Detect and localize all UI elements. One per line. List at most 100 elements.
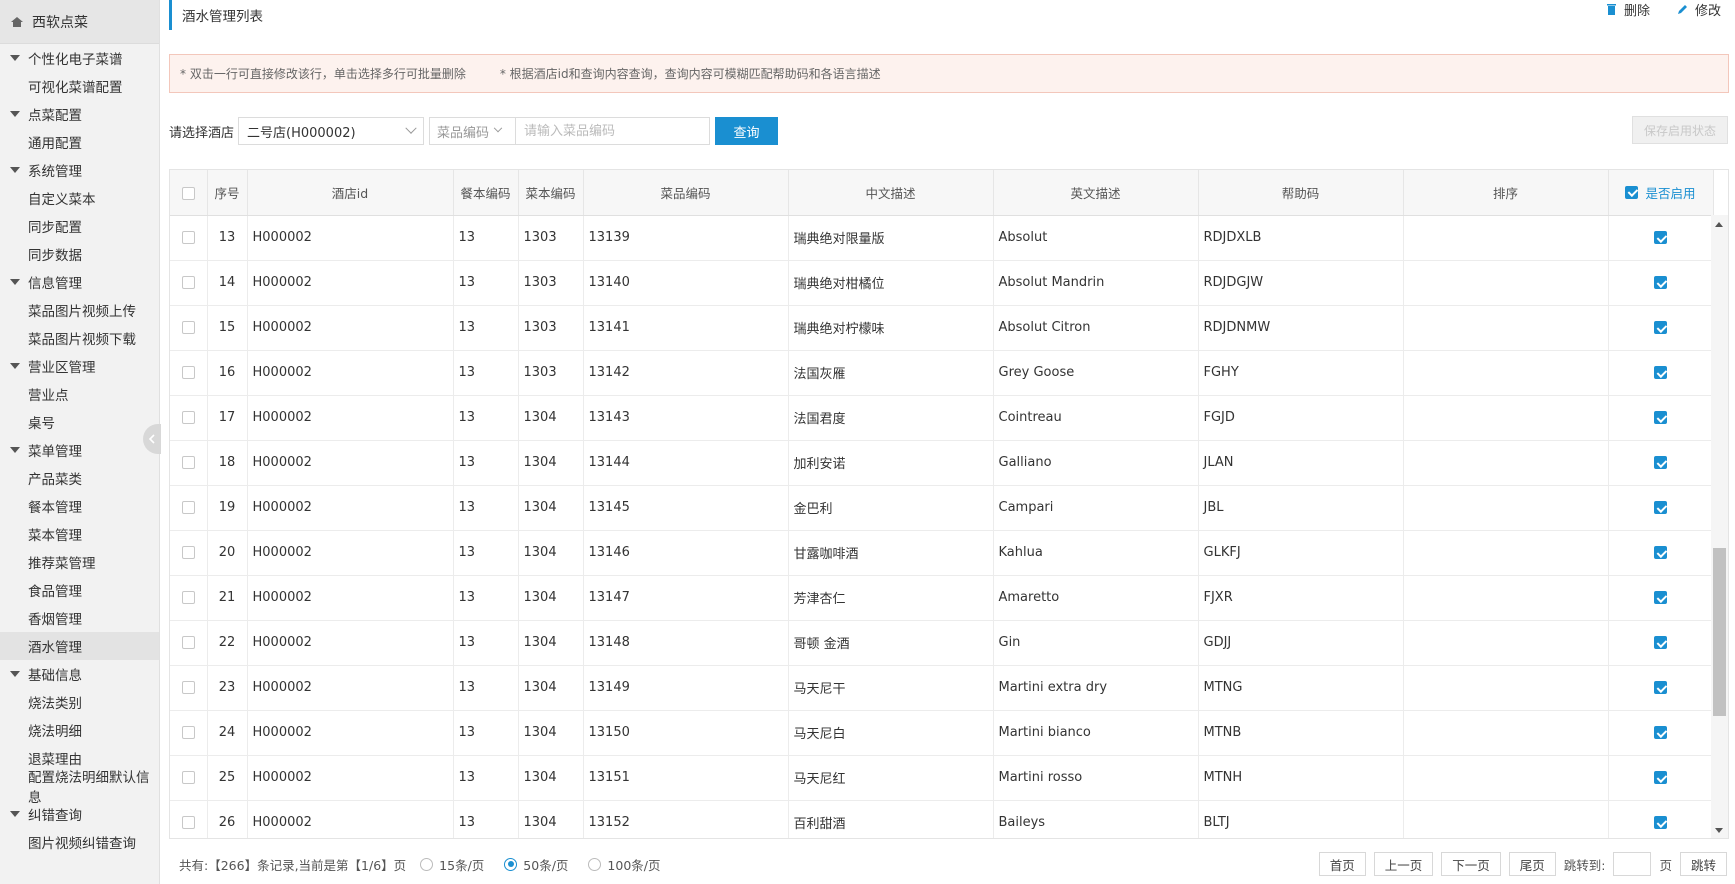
query-button[interactable]: 查询 xyxy=(715,117,779,145)
enable-checkbox[interactable] xyxy=(1608,440,1714,486)
row-select-checkbox[interactable] xyxy=(170,215,208,261)
sidebar-item[interactable]: 通用配置 xyxy=(0,128,159,156)
row-select-checkbox[interactable] xyxy=(170,710,208,756)
enable-all-checkbox[interactable] xyxy=(1625,185,1639,199)
row-select-checkbox[interactable] xyxy=(170,620,208,666)
delete-button[interactable]: 删除 xyxy=(1605,0,1650,19)
page-size-option[interactable]: 15条/页 xyxy=(420,855,484,874)
sidebar-item[interactable]: 营业点 xyxy=(0,380,159,408)
table-row[interactable]: 19 H000002 13 1304 13145 金巴利 Campari JBL xyxy=(170,485,1714,531)
row-select-checkbox[interactable] xyxy=(170,800,208,838)
jump-page-input[interactable] xyxy=(1613,852,1652,876)
enable-checkbox[interactable] xyxy=(1608,395,1714,441)
sidebar-group-title[interactable]: 点菜配置 xyxy=(0,100,159,128)
col-header[interactable]: 菜本编码 xyxy=(518,170,584,216)
table-row[interactable]: 13 H000002 13 1303 13139 瑞典绝对限量版 Absolut RDJDXL… xyxy=(170,215,1714,261)
sidebar-item[interactable]: 桌号 xyxy=(0,408,159,436)
radio-icon[interactable] xyxy=(420,857,434,871)
table-row[interactable]: 26 H000002 13 1304 13152 百利甜酒 Baileys BLTJ xyxy=(170,800,1714,838)
edit-button[interactable]: 修改 xyxy=(1676,0,1721,19)
table-row[interactable]: 23 H000002 13 1304 13149 马天尼干 Martini extra dr… xyxy=(170,665,1714,711)
sidebar-item[interactable]: 菜品图片视频下载 xyxy=(0,324,159,352)
row-select-checkbox[interactable] xyxy=(170,305,208,351)
prev-page-button[interactable]: 上一页 xyxy=(1373,852,1434,876)
sidebar-item[interactable]: 菜本管理 xyxy=(0,520,159,548)
row-select-checkbox[interactable] xyxy=(170,260,208,306)
radio-icon[interactable] xyxy=(504,857,518,871)
hotel-select[interactable]: 二号店(H000002) xyxy=(238,117,425,145)
sidebar-item[interactable]: 烧法类别 xyxy=(0,688,159,716)
table-row[interactable]: 25 H000002 13 1304 13151 马天尼红 Martini rosso MTN… xyxy=(170,755,1714,801)
code-type-select[interactable]: 菜品编码 xyxy=(429,117,516,145)
sidebar-item[interactable]: 同步配置 xyxy=(0,212,159,240)
enable-checkbox[interactable] xyxy=(1608,530,1714,576)
sidebar-item[interactable]: 图片视频纠错查询 xyxy=(0,828,159,856)
col-header[interactable]: 酒店id xyxy=(247,170,454,216)
sidebar-item[interactable]: 同步数据 xyxy=(0,240,159,268)
enable-all-header[interactable]: 是否启用 xyxy=(1608,170,1714,216)
sidebar-group-title[interactable]: 个性化电子菜谱 xyxy=(0,44,159,72)
table-row[interactable]: 16 H000002 13 1303 13142 法国灰雁 Grey Goose FGHY xyxy=(170,350,1714,396)
scroll-up-icon[interactable] xyxy=(1715,222,1723,227)
sidebar-item[interactable]: 推荐菜管理 xyxy=(0,548,159,576)
table-row[interactable]: 22 H000002 13 1304 13148 哥顿 金酒 Gin GDJJ xyxy=(170,620,1714,666)
table-row[interactable]: 24 H000002 13 1304 13150 马天尼白 Martini bianco MT… xyxy=(170,710,1714,756)
col-header[interactable]: 帮助码 xyxy=(1198,170,1404,216)
sidebar-brand[interactable]: 西软点菜 xyxy=(0,0,159,44)
jump-button[interactable]: 跳转 xyxy=(1679,852,1727,876)
table-row[interactable]: 14 H000002 13 1303 13140 瑞典绝对柑橘位 Absolut Mandr… xyxy=(170,260,1714,306)
col-header[interactable]: 餐本编码 xyxy=(453,170,519,216)
row-select-checkbox[interactable] xyxy=(170,485,208,531)
page-size-option[interactable]: 50条/页 xyxy=(504,855,568,874)
sidebar-item[interactable]: 餐本管理 xyxy=(0,492,159,520)
enable-checkbox[interactable] xyxy=(1608,755,1714,801)
sidebar-group-title[interactable]: 营业区管理 xyxy=(0,352,159,380)
sidebar-group-title[interactable]: 系统管理 xyxy=(0,156,159,184)
select-all-checkbox[interactable] xyxy=(170,170,208,216)
enable-checkbox[interactable] xyxy=(1608,305,1714,351)
table-row[interactable]: 15 H000002 13 1303 13141 瑞典绝对柠檬味 Absolut Citro… xyxy=(170,305,1714,351)
sidebar-item[interactable]: 自定义菜本 xyxy=(0,184,159,212)
scrollbar-thumb[interactable] xyxy=(1713,548,1726,716)
table-row[interactable]: 17 H000002 13 1304 13143 法国君度 Cointreau FGJD xyxy=(170,395,1714,441)
sidebar-item[interactable]: 产品菜类 xyxy=(0,464,159,492)
last-page-button[interactable]: 尾页 xyxy=(1508,852,1556,876)
sidebar-item[interactable]: 菜品图片视频上传 xyxy=(0,296,159,324)
next-page-button[interactable]: 下一页 xyxy=(1441,852,1501,876)
sidebar-group-title[interactable]: 信息管理 xyxy=(0,268,159,296)
scroll-down-icon[interactable] xyxy=(1715,828,1723,833)
col-header[interactable]: 菜品编码 xyxy=(583,170,789,216)
enable-checkbox[interactable] xyxy=(1608,800,1714,838)
row-select-checkbox[interactable] xyxy=(170,350,208,396)
enable-checkbox[interactable] xyxy=(1608,575,1714,621)
enable-checkbox[interactable] xyxy=(1608,485,1714,531)
sidebar-group-title[interactable]: 菜单管理 xyxy=(0,436,159,464)
radio-icon[interactable] xyxy=(588,857,602,871)
sidebar-group-title[interactable]: 基础信息 xyxy=(0,660,159,688)
first-page-button[interactable]: 首页 xyxy=(1318,852,1366,876)
enable-checkbox[interactable] xyxy=(1608,350,1714,396)
sidebar-item[interactable]: 可视化菜谱配置 xyxy=(0,72,159,100)
sidebar-item[interactable]: 烧法明细 xyxy=(0,716,159,744)
sidebar-item[interactable]: 食品管理 xyxy=(0,576,159,604)
table-row[interactable]: 18 H000002 13 1304 13144 加利安诺 Galliano JLAN xyxy=(170,440,1714,486)
row-select-checkbox[interactable] xyxy=(170,665,208,711)
col-header[interactable]: 排序 xyxy=(1403,170,1609,216)
sidebar-item[interactable]: 香烟管理 xyxy=(0,604,159,632)
page-size-option[interactable]: 100条/页 xyxy=(588,855,661,874)
row-select-checkbox[interactable] xyxy=(170,440,208,486)
enable-checkbox[interactable] xyxy=(1608,260,1714,306)
row-select-checkbox[interactable] xyxy=(170,530,208,576)
sidebar-item[interactable]: 酒水管理 xyxy=(0,632,159,660)
col-header[interactable]: 中文描述 xyxy=(788,170,994,216)
col-header[interactable]: 序号 xyxy=(207,170,248,216)
table-row[interactable]: 21 H000002 13 1304 13147 芳津杏仁 Amaretto FJXR xyxy=(170,575,1714,621)
vertical-scrollbar[interactable] xyxy=(1711,215,1728,838)
enable-checkbox[interactable] xyxy=(1608,710,1714,756)
row-select-checkbox[interactable] xyxy=(170,755,208,801)
enable-checkbox[interactable] xyxy=(1608,665,1714,711)
enable-checkbox[interactable] xyxy=(1608,620,1714,666)
col-header[interactable]: 英文描述 xyxy=(993,170,1199,216)
row-select-checkbox[interactable] xyxy=(170,575,208,621)
enable-checkbox[interactable] xyxy=(1608,215,1714,261)
